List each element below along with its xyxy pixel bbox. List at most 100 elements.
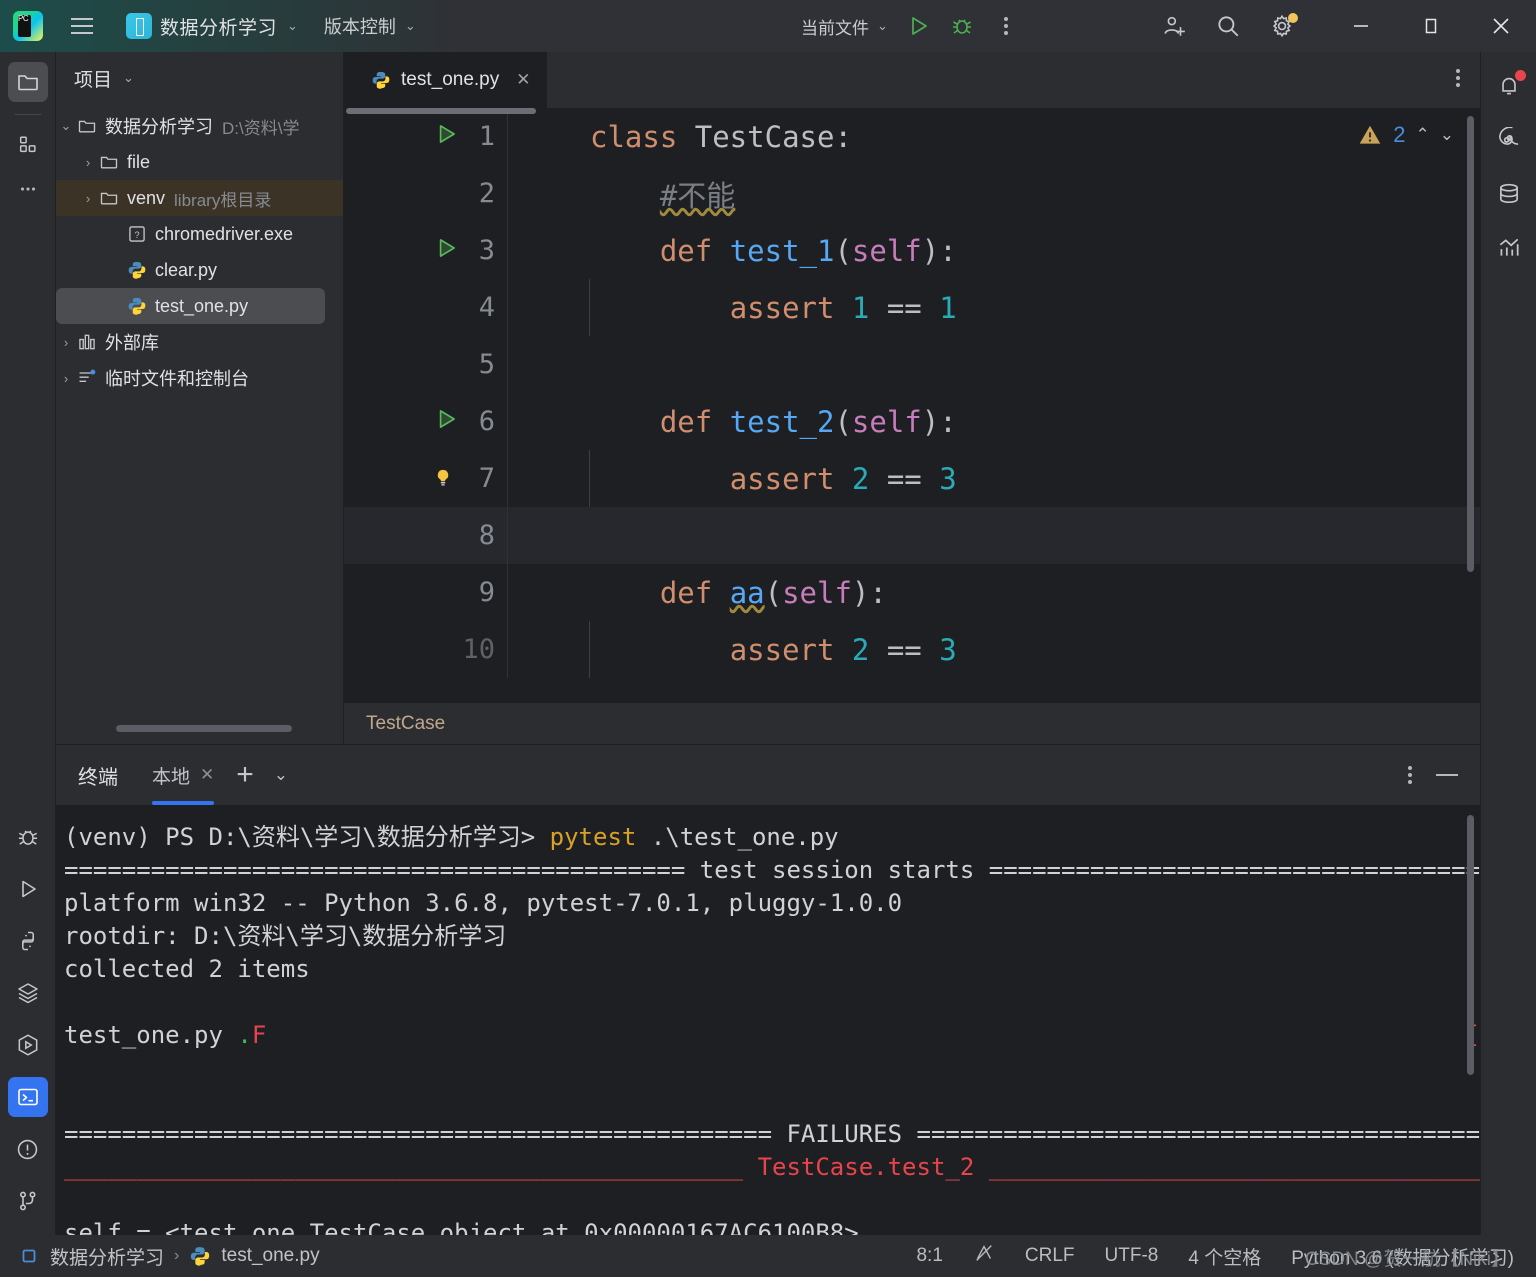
- run-gutter-icon[interactable]: [433, 234, 459, 268]
- tree-item-数据分析学习[interactable]: ⌄ 数据分析学习 D:\资料\学: [56, 108, 343, 144]
- tree-item-chromedriver.exe[interactable]: ? chromedriver.exe: [56, 216, 343, 252]
- kebab-menu-icon[interactable]: [1456, 69, 1460, 87]
- add-user-icon[interactable]: [1154, 6, 1194, 46]
- sidebar-item-python-console[interactable]: [8, 921, 48, 961]
- chevron-right-icon[interactable]: ›: [56, 335, 76, 350]
- chevron-right-icon[interactable]: ›: [56, 371, 76, 386]
- run-gutter-icon[interactable]: [433, 120, 459, 154]
- database-icon[interactable]: [1489, 174, 1529, 214]
- chevron-right-icon[interactable]: ›: [78, 155, 98, 170]
- code-line[interactable]: 10 assert 2 == 3: [344, 621, 1480, 678]
- project-panel-header[interactable]: 项目 ⌄: [56, 52, 343, 104]
- hamburger-menu-icon[interactable]: [60, 0, 104, 52]
- notifications-bell-icon[interactable]: [1489, 66, 1529, 106]
- code-line[interactable]: 8: [344, 507, 1480, 564]
- close-icon[interactable]: ✕: [200, 765, 214, 785]
- python-interpreter[interactable]: Python 3.6 (数据分析学习): [1291, 1243, 1514, 1270]
- sidebar-item-git[interactable]: [8, 1181, 48, 1221]
- line-gutter[interactable]: 4: [344, 292, 507, 323]
- file-encoding[interactable]: UTF-8: [1105, 1245, 1159, 1267]
- sidebar-item-project[interactable]: [7, 62, 48, 102]
- line-gutter[interactable]: 10: [344, 634, 507, 665]
- close-window-button[interactable]: [1466, 0, 1536, 52]
- terminal-vscrollbar[interactable]: [1467, 815, 1474, 1075]
- terminal-tool-window: 终端 本地 ✕ + ⌄ (venv) PS D:\资料\学习\数据分析学习> p…: [56, 744, 1480, 1236]
- minimize-icon[interactable]: [1436, 774, 1458, 776]
- tree-item-临时文件和控制台[interactable]: › 临时文件和控制台: [56, 360, 343, 396]
- terminal-session-tab-local[interactable]: 本地 ✕: [152, 745, 215, 805]
- close-icon[interactable]: ✕: [516, 70, 530, 90]
- status-project-label[interactable]: 数据分析学习: [50, 1243, 164, 1270]
- line-gutter[interactable]: 7: [344, 463, 507, 494]
- code-line[interactable]: 9 def aa(self):: [344, 564, 1480, 621]
- code-line[interactable]: 6 def test_2(self):: [344, 393, 1480, 450]
- sidebar-item-run[interactable]: [8, 869, 48, 909]
- editor-tab-test_one[interactable]: test_one.py ✕: [344, 52, 547, 108]
- line-gutter[interactable]: 6: [344, 406, 507, 437]
- editor-vscrollbar[interactable]: [1467, 116, 1474, 572]
- sidebar-item-run-anything[interactable]: [8, 1025, 48, 1065]
- tree-item-外部库[interactable]: › 外部库: [56, 324, 343, 360]
- project-tree-hscrollbar[interactable]: [116, 725, 292, 732]
- sidebar-item-terminal[interactable]: [7, 1077, 48, 1117]
- status-file-label[interactable]: test_one.py: [221, 1245, 319, 1267]
- chevron-right-icon[interactable]: ›: [78, 191, 98, 206]
- minimize-window-button[interactable]: [1326, 0, 1396, 52]
- line-number: 7: [478, 463, 495, 494]
- chevron-down-icon[interactable]: ⌄: [274, 765, 288, 785]
- tree-item-venv[interactable]: › venv library根目录: [56, 180, 343, 216]
- code-line[interactable]: 1 class TestCase:: [344, 108, 1480, 165]
- line-gutter[interactable]: 2: [344, 178, 507, 209]
- tree-item-clear.py[interactable]: clear.py: [56, 252, 343, 288]
- gutter-divider: [507, 621, 508, 678]
- profiler-chart-icon[interactable]: [1489, 228, 1529, 268]
- code-line[interactable]: 7 assert 2 == 3: [344, 450, 1480, 507]
- line-gutter[interactable]: 5: [344, 349, 507, 380]
- gutter-divider: [507, 108, 508, 165]
- inspection-widget[interactable]: 2 ⌃ ⌄: [1357, 122, 1454, 148]
- maximize-window-button[interactable]: [1396, 0, 1466, 52]
- chevron-down-icon[interactable]: ⌄: [56, 118, 76, 134]
- breadcrumb-testcase[interactable]: TestCase: [366, 713, 445, 735]
- line-gutter[interactable]: 3: [344, 235, 507, 266]
- intention-bulb-icon[interactable]: [432, 462, 454, 496]
- indent-setting[interactable]: 4 个空格: [1188, 1243, 1261, 1270]
- line-gutter[interactable]: 1: [344, 121, 507, 152]
- terminal-text: collected 2 items: [64, 955, 310, 983]
- kebab-menu-icon[interactable]: [1408, 766, 1412, 784]
- project-selector[interactable]: 数据分析学习 ⌄: [126, 13, 298, 40]
- sidebar-item-services[interactable]: [8, 973, 48, 1013]
- ai-assistant-spiral-icon[interactable]: [1489, 120, 1529, 160]
- line-gutter[interactable]: 8: [344, 520, 507, 551]
- debug-icon[interactable]: [942, 6, 982, 46]
- settings-gear-icon[interactable]: [1262, 6, 1302, 46]
- caret-position[interactable]: 8:1: [916, 1245, 942, 1267]
- code-line[interactable]: 4 assert 1 == 1: [344, 279, 1480, 336]
- sidebar-item-structure[interactable]: [8, 125, 48, 165]
- search-icon[interactable]: [1208, 6, 1248, 46]
- code-line[interactable]: 2 #不能: [344, 165, 1480, 222]
- line-gutter[interactable]: 9: [344, 577, 507, 608]
- project-tree[interactable]: ⌄ 数据分析学习 D:\资料\学 › file › venv library根目录? chrom…: [56, 104, 343, 744]
- editor-hscrollbar[interactable]: [346, 108, 536, 114]
- more-actions-icon[interactable]: [986, 6, 1026, 46]
- chevron-up-icon[interactable]: ⌃: [1416, 125, 1430, 145]
- code-line[interactable]: 3 def test_1(self):: [344, 222, 1480, 279]
- inspections-off-icon[interactable]: [973, 1242, 995, 1270]
- code-token: 3: [939, 632, 957, 667]
- run-configuration-selector[interactable]: 当前文件 ⌄: [795, 14, 894, 39]
- sidebar-item-problems[interactable]: [8, 1129, 48, 1169]
- line-separator[interactable]: CRLF: [1025, 1245, 1075, 1267]
- run-gutter-icon[interactable]: [433, 405, 459, 439]
- vcs-menu[interactable]: 版本控制 ⌄: [324, 13, 416, 39]
- sidebar-item-more[interactable]: [8, 169, 48, 209]
- code-editor[interactable]: 2 ⌃ ⌄ 1 class TestCase: 2 #不能 3 def test_1(…: [344, 108, 1480, 744]
- plus-icon[interactable]: +: [236, 760, 254, 790]
- tree-item-test_one.py[interactable]: test_one.py: [56, 288, 325, 324]
- sidebar-item-debug[interactable]: [8, 817, 48, 857]
- terminal-output[interactable]: (venv) PS D:\资料\学习\数据分析学习> pytest .\test…: [56, 805, 1480, 1236]
- chevron-down-icon[interactable]: ⌄: [1440, 125, 1454, 145]
- tree-item-file[interactable]: › file: [56, 144, 343, 180]
- run-icon[interactable]: [898, 6, 938, 46]
- code-line[interactable]: 5: [344, 336, 1480, 393]
